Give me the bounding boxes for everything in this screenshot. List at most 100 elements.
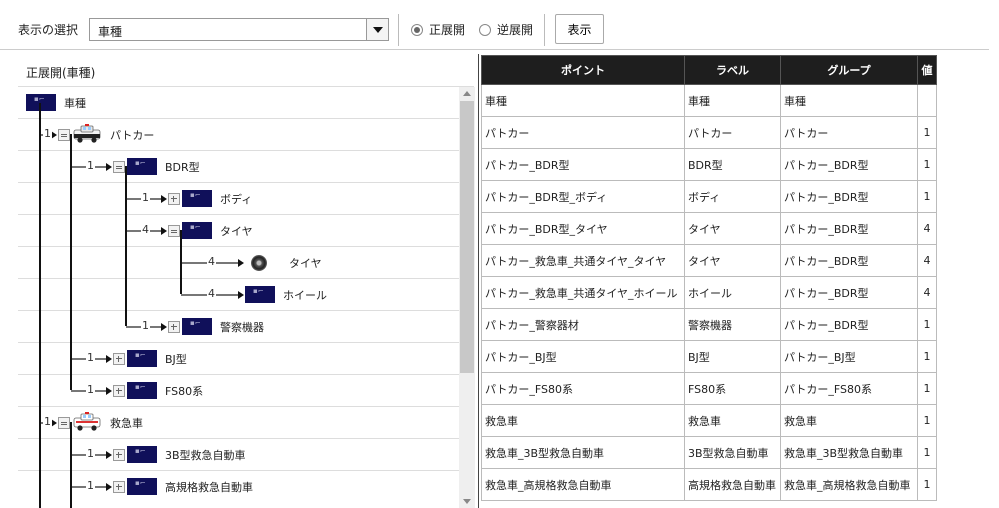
- cell-group: パトカー_BDR型: [780, 308, 918, 341]
- expand-icon[interactable]: [168, 321, 180, 333]
- view-select[interactable]: 車種: [89, 18, 389, 41]
- tree-connector: [39, 103, 41, 508]
- cell-group: 救急車_3B型救急自動車: [780, 436, 918, 469]
- tree-panel: 車種 1 パトカー 1 BDR型 1 ボディ 4 タイヤ 4 タイヤ 4 ホイール 1 警察機器 1 BJ型 1 F…: [18, 86, 474, 508]
- cell-group: パトカー_BDR型: [780, 148, 918, 181]
- cell-point: パトカー_FS80系: [481, 372, 685, 405]
- node-icon: [127, 158, 157, 175]
- tree-connector: [70, 134, 72, 390]
- cell-group: パトカー_BDR型: [780, 244, 918, 277]
- tree-row[interactable]: 1 3B型救急自動車: [18, 438, 474, 470]
- tree-row[interactable]: 1 ボディ: [18, 182, 474, 214]
- table-row[interactable]: 救急車_3B型救急自動車 3B型救急自動車 救急車_3B型救急自動車 1: [481, 436, 937, 469]
- table-header-row: ポイント ラベル グループ値: [481, 55, 937, 85]
- quantity-label: 1: [86, 383, 95, 396]
- expand-icon[interactable]: [168, 193, 180, 205]
- quantity-label: 1: [43, 127, 52, 140]
- expand-icon[interactable]: [113, 481, 125, 493]
- node-icon: [182, 318, 212, 335]
- data-table: ポイント ラベル グループ値 車種 車種 車種 パトカー パトカー パトカー 1 パトカー_BDR…: [481, 55, 937, 501]
- panel-divider: [478, 54, 479, 508]
- quantity-label: 1: [86, 351, 95, 364]
- column-header-point[interactable]: ポイント: [481, 55, 685, 85]
- table-row[interactable]: パトカー_FS80系 FS80系 パトカー_FS80系 1: [481, 372, 937, 405]
- table-row[interactable]: 車種 車種 車種: [481, 84, 937, 117]
- cell-value: 1: [917, 340, 937, 373]
- cell-point: パトカー_BDR型_ボディ: [481, 180, 685, 213]
- tree-row[interactable]: 1 FS80系: [18, 374, 474, 406]
- tree-title: 正展開(車種): [26, 66, 96, 80]
- tree-row[interactable]: 4 タイヤ: [18, 246, 474, 278]
- column-header-value[interactable]: 値: [917, 55, 937, 85]
- cell-label: 3B型救急自動車: [684, 436, 781, 469]
- tree-node-label: タイヤ: [220, 225, 253, 238]
- expand-icon[interactable]: [113, 449, 125, 461]
- table-row[interactable]: パトカー_BJ型 BJ型 パトカー_BJ型 1: [481, 340, 937, 373]
- tree-row[interactable]: 4 ホイール: [18, 278, 474, 310]
- divider: [398, 14, 399, 46]
- cell-value: 1: [917, 180, 937, 213]
- cell-label: ボディ: [684, 180, 781, 213]
- cell-label: タイヤ: [684, 212, 781, 245]
- select-label: 表示の選択: [18, 23, 79, 37]
- tree-row[interactable]: 4 タイヤ: [18, 214, 474, 246]
- cell-group: パトカー: [780, 116, 918, 149]
- table-row[interactable]: パトカー_BDR型 BDR型 パトカー_BDR型 1: [481, 148, 937, 181]
- cell-group: パトカー_BDR型: [780, 212, 918, 245]
- table-row[interactable]: 救急車 救急車 救急車 1: [481, 404, 937, 437]
- radio-forward[interactable]: 正展開: [411, 21, 465, 38]
- tree-node-label: 高規格救急自動車: [165, 481, 253, 494]
- tree-scrollbar[interactable]: [459, 87, 475, 508]
- expand-icon[interactable]: [113, 353, 125, 365]
- cell-group: 車種: [780, 84, 918, 117]
- cell-label: FS80系: [684, 372, 781, 405]
- scroll-up-icon[interactable]: [463, 91, 471, 96]
- tree-row[interactable]: 1 パトカー: [18, 118, 474, 150]
- scroll-thumb[interactable]: [460, 101, 474, 373]
- node-icon: [26, 94, 56, 111]
- table-row[interactable]: パトカー_BDR型_タイヤ タイヤ パトカー_BDR型 4: [481, 212, 937, 245]
- cell-value: 1: [917, 436, 937, 469]
- column-header-label[interactable]: ラベル: [684, 55, 781, 85]
- chevron-down-icon[interactable]: [366, 19, 388, 40]
- table-row[interactable]: パトカー パトカー パトカー 1: [481, 116, 937, 149]
- collapse-icon[interactable]: [113, 161, 125, 173]
- tree-row[interactable]: 車種: [18, 86, 474, 118]
- cell-label: タイヤ: [684, 244, 781, 277]
- table-row[interactable]: パトカー_BDR型_ボディ ボディ パトカー_BDR型 1: [481, 180, 937, 213]
- cell-point: 車種: [481, 84, 685, 117]
- quantity-label: 4: [141, 223, 150, 236]
- quantity-label: 1: [43, 415, 52, 428]
- tree-row[interactable]: 1 高規格救急自動車: [18, 470, 474, 502]
- tree-row[interactable]: 1 救急車: [18, 406, 474, 438]
- collapse-icon[interactable]: [58, 129, 70, 141]
- toolbar: 表示の選択 車種 正展開 逆展開 表示: [0, 0, 999, 48]
- node-icon: [182, 222, 212, 239]
- tree-node-label: ボディ: [220, 193, 253, 206]
- tree-row[interactable]: 1 警察機器: [18, 310, 474, 342]
- table-row[interactable]: パトカー_救急車_共通タイヤ_タイヤ タイヤ パトカー_BDR型 4: [481, 244, 937, 277]
- scroll-down-icon[interactable]: [463, 499, 471, 504]
- table-row[interactable]: パトカー_警察器材 警察機器 パトカー_BDR型 1: [481, 308, 937, 341]
- tree-row[interactable]: 1 BJ型: [18, 342, 474, 374]
- show-button[interactable]: 表示: [555, 14, 604, 44]
- collapse-icon[interactable]: [168, 225, 180, 237]
- table-row[interactable]: 救急車_高規格救急自動車 高規格救急自動車 救急車_高規格救急自動車 1: [481, 468, 937, 501]
- cell-label: パトカー: [684, 116, 781, 149]
- radio-checked-icon[interactable]: [411, 23, 423, 36]
- cell-value: 1: [917, 404, 937, 437]
- radio-unchecked-icon[interactable]: [479, 23, 491, 36]
- cell-value: 1: [917, 308, 937, 341]
- cell-value: 4: [917, 212, 937, 245]
- tree-row[interactable]: 1 BDR型: [18, 150, 474, 182]
- tree-connector: [125, 166, 127, 326]
- radio-reverse[interactable]: 逆展開: [479, 21, 533, 38]
- quantity-label: 1: [86, 159, 95, 172]
- tree-connector: [70, 422, 72, 508]
- collapse-icon[interactable]: [58, 417, 70, 429]
- expand-icon[interactable]: [113, 385, 125, 397]
- tree-connector: [180, 230, 182, 294]
- table-row[interactable]: パトカー_救急車_共通タイヤ_ホイール ホイール パトカー_BDR型 4: [481, 276, 937, 309]
- tree-node-label: 車種: [64, 97, 86, 110]
- column-header-group[interactable]: グループ: [780, 55, 918, 85]
